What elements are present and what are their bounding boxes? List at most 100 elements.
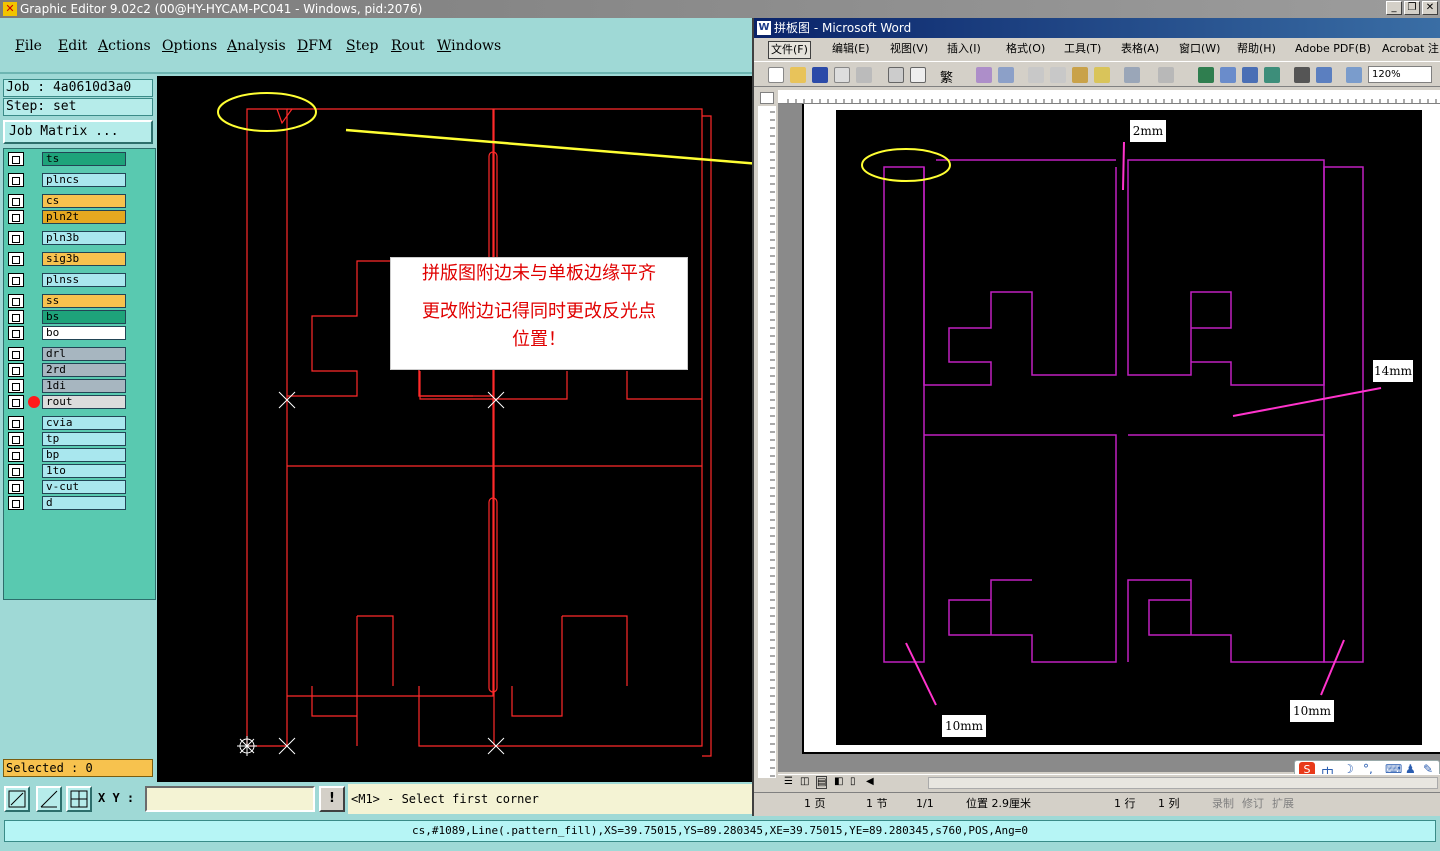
close-button[interactable]: ✕	[1422, 1, 1438, 15]
panel-drawing-image[interactable]: 2mm 14mm 10mm 10mm	[836, 110, 1422, 745]
menu-options[interactable]: Options	[162, 38, 217, 54]
print-preview-icon[interactable]	[910, 67, 926, 83]
layer-checkbox[interactable]	[8, 231, 24, 245]
graphics-canvas[interactable]	[157, 76, 752, 782]
email-icon[interactable]	[856, 67, 872, 83]
word-menu-view[interactable]: 视图(V)	[890, 41, 928, 57]
menu-edit[interactable]: Edit	[58, 38, 87, 54]
new-doc-icon[interactable]	[768, 67, 784, 83]
word-menu-help[interactable]: 帮助(H)	[1237, 41, 1276, 57]
xy-coordinate-input[interactable]	[145, 786, 315, 812]
layer-row-cs[interactable]: cs	[8, 194, 128, 208]
layer-row-drl[interactable]: drl	[8, 347, 128, 361]
layer-checkbox[interactable]	[8, 379, 24, 393]
open-folder-icon[interactable]	[790, 67, 806, 83]
layer-name[interactable]: plnss	[42, 273, 126, 287]
layer-name[interactable]: bp	[42, 448, 126, 462]
word-menu-file[interactable]: 文件(F)	[768, 41, 811, 59]
insert-table-icon[interactable]	[1242, 67, 1258, 83]
web-view-icon[interactable]: ◫	[800, 776, 809, 787]
layer-row-sig3b[interactable]: sig3b	[8, 252, 128, 266]
status-rec[interactable]: 录制	[1212, 793, 1234, 815]
doc-map-icon[interactable]	[1346, 67, 1362, 83]
layer-checkbox[interactable]	[8, 252, 24, 266]
layer-checkbox[interactable]	[8, 448, 24, 462]
layer-name[interactable]: cs	[42, 194, 126, 208]
reading-view-icon[interactable]: ▯	[850, 776, 856, 787]
word-menu-edit[interactable]: 编辑(E)	[832, 41, 870, 57]
measure-button[interactable]	[36, 786, 62, 812]
layer-row-1to[interactable]: 1to	[8, 464, 128, 478]
layer-name[interactable]: pln2t	[42, 210, 126, 224]
document-area[interactable]: 2mm 14mm 10mm 10mm	[778, 104, 1440, 772]
layer-row-plnss[interactable]: plnss	[8, 273, 128, 287]
scroll-thumb[interactable]	[928, 777, 1438, 789]
menu-windows[interactable]: Windows	[437, 38, 501, 54]
layer-name[interactable]: 2rd	[42, 363, 126, 377]
zoom-window-button[interactable]	[4, 786, 30, 812]
layer-checkbox[interactable]	[8, 210, 24, 224]
layer-checkbox[interactable]	[8, 416, 24, 430]
status-ext[interactable]: 扩展	[1272, 793, 1294, 815]
insert-excel-icon[interactable]	[1264, 67, 1280, 83]
layer-name[interactable]: plncs	[42, 173, 126, 187]
layer-row-plncs[interactable]: plncs	[8, 173, 128, 187]
layer-checkbox[interactable]	[8, 310, 24, 324]
permission-icon[interactable]	[834, 67, 850, 83]
undo-icon[interactable]	[1124, 67, 1140, 83]
layer-name[interactable]: bo	[42, 326, 126, 340]
word-menu-window[interactable]: 窗口(W)	[1179, 41, 1220, 57]
layer-row-v-cut[interactable]: v-cut	[8, 480, 128, 494]
layer-name[interactable]: ts	[42, 152, 126, 166]
layer-name[interactable]: v-cut	[42, 480, 126, 494]
scroll-left-icon[interactable]: ◀	[866, 776, 874, 787]
menu-dfm[interactable]: DFM	[297, 38, 332, 54]
layer-row-cvia[interactable]: cvia	[8, 416, 128, 430]
research-icon[interactable]	[998, 67, 1014, 83]
word-menu-adobe-pdf[interactable]: Adobe PDF(B)	[1295, 41, 1371, 57]
layer-row-ts[interactable]: ts	[8, 152, 128, 166]
layer-name[interactable]: drl	[42, 347, 126, 361]
layer-row-d[interactable]: d	[8, 496, 128, 510]
zoom-select[interactable]: 120%	[1368, 66, 1432, 83]
tables-borders-icon[interactable]	[1220, 67, 1236, 83]
columns-icon[interactable]	[1294, 67, 1310, 83]
grid-button[interactable]	[66, 786, 92, 812]
drawing-icon[interactable]	[1316, 67, 1332, 83]
document-page[interactable]: 2mm 14mm 10mm 10mm	[802, 104, 1440, 754]
word-menu-format[interactable]: 格式(O)	[1006, 41, 1045, 57]
outline-view-icon[interactable]: ◧	[834, 776, 843, 787]
layer-checkbox[interactable]	[8, 326, 24, 340]
layer-name[interactable]: tp	[42, 432, 126, 446]
layer-name[interactable]: pln3b	[42, 231, 126, 245]
hyperlink-icon[interactable]	[1198, 67, 1214, 83]
copy-icon[interactable]	[1050, 67, 1066, 83]
layer-checkbox[interactable]	[8, 173, 24, 187]
layer-row-pln2t[interactable]: pln2t	[8, 210, 128, 224]
layer-checkbox[interactable]	[8, 194, 24, 208]
horizontal-ruler[interactable]	[778, 90, 1440, 104]
layer-checkbox[interactable]	[8, 480, 24, 494]
print-view-icon[interactable]: ▤	[816, 776, 828, 789]
layer-name[interactable]: cvia	[42, 416, 126, 430]
restore-button[interactable]: ❐	[1404, 1, 1420, 15]
layer-checkbox[interactable]	[8, 152, 24, 166]
layer-name[interactable]: ss	[42, 294, 126, 308]
menu-step[interactable]: Step	[346, 38, 378, 54]
format-painter-icon[interactable]	[1094, 67, 1110, 83]
layer-row-bo[interactable]: bo	[8, 326, 128, 340]
minimize-button[interactable]: _	[1386, 1, 1402, 15]
layer-name[interactable]: bs	[42, 310, 126, 324]
menu-actions[interactable]: Actions	[98, 38, 151, 54]
layer-name[interactable]: sig3b	[42, 252, 126, 266]
layer-checkbox[interactable]	[8, 464, 24, 478]
tab-selector[interactable]	[760, 92, 774, 104]
layer-checkbox[interactable]	[8, 496, 24, 510]
layer-row-tp[interactable]: tp	[8, 432, 128, 446]
normal-view-icon[interactable]: ☰	[784, 776, 793, 787]
layer-checkbox[interactable]	[8, 347, 24, 361]
layer-row-ss[interactable]: ss	[8, 294, 128, 308]
word-menu-table[interactable]: 表格(A)	[1121, 41, 1159, 57]
layer-row-rout[interactable]: rout	[8, 395, 128, 409]
vertical-ruler[interactable]	[758, 106, 776, 778]
